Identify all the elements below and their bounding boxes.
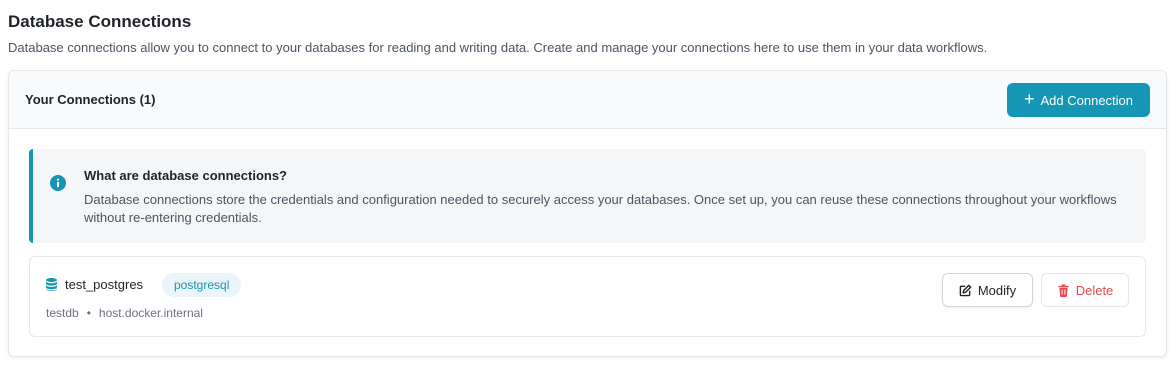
modify-button[interactable]: Modify [942, 273, 1033, 307]
connection-host: host.docker.internal [98, 306, 203, 320]
meta-separator: • [86, 306, 91, 320]
plus-icon: + [1023, 89, 1035, 109]
connection-meta: testdb • host.docker.internal [46, 305, 203, 321]
card-title: Your Connections (1) [25, 92, 156, 107]
delete-button[interactable]: Delete [1041, 273, 1129, 307]
trash-icon [1058, 284, 1069, 297]
connections-card: Your Connections (1) + Add Connection Wh… [8, 70, 1167, 357]
database-icon [46, 278, 57, 291]
connection-item: test_postgres postgresql testdb • host.doc… [29, 256, 1146, 337]
connection-name: test_postgres [65, 277, 144, 292]
info-icon [50, 175, 66, 191]
add-connection-button[interactable]: + Add Connection [1007, 83, 1150, 117]
delete-label: Delete [1075, 282, 1114, 298]
connection-database: testdb [46, 306, 79, 320]
page-description: Database connections allow you to connec… [8, 40, 988, 55]
add-connection-label: Add Connection [1040, 92, 1134, 108]
info-title: What are database connections? [84, 168, 287, 183]
info-callout: What are database connections? Database … [29, 149, 1146, 243]
page-title: Database Connections [8, 12, 192, 31]
modify-label: Modify [977, 282, 1017, 298]
info-body: Database connections store the credentia… [84, 192, 1117, 225]
card-header: Your Connections (1) + Add Connection [9, 71, 1166, 129]
edit-icon [959, 284, 972, 296]
connection-type-badge: postgresql [162, 273, 242, 297]
